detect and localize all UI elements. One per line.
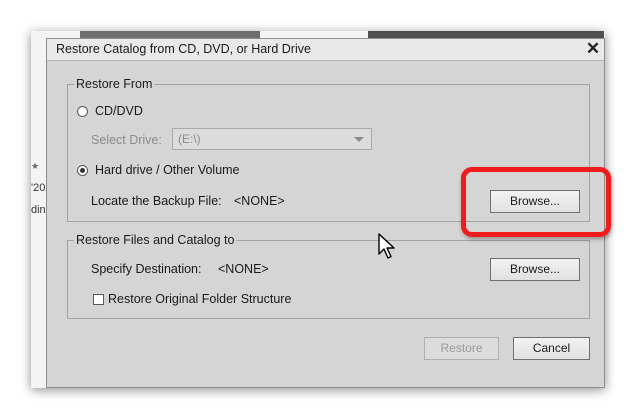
backup-file-value: <NONE>	[234, 194, 285, 208]
cd-dvd-radio[interactable]	[77, 106, 88, 117]
close-icon[interactable]: ✕	[585, 39, 601, 59]
restore-folder-structure-label[interactable]: Restore Original Folder Structure	[108, 292, 291, 306]
select-drive-label: Select Drive:	[91, 133, 162, 147]
cd-dvd-label[interactable]: CD/DVD	[95, 104, 143, 118]
destination-value: <NONE>	[218, 262, 269, 276]
dialog-titlebar: Restore Catalog from CD, DVD, or Hard Dr…	[47, 39, 604, 61]
restore-from-legend: Restore From	[74, 77, 155, 92]
mouse-cursor-icon	[378, 233, 395, 259]
background-thumbnail	[80, 31, 260, 38]
background-thumbnail	[368, 31, 604, 38]
browse-destination-button[interactable]: Browse...	[490, 258, 580, 281]
restore-to-legend: Restore Files and Catalog to	[74, 233, 237, 248]
restore-button[interactable]: Restore	[424, 337, 499, 360]
cancel-button[interactable]: Cancel	[513, 337, 590, 360]
dialog-title: Restore Catalog from CD, DVD, or Hard Dr…	[56, 42, 311, 56]
hard-drive-label[interactable]: Hard drive / Other Volume	[95, 163, 240, 177]
locate-backup-label: Locate the Backup File:	[91, 194, 222, 208]
restore-folder-structure-checkbox[interactable]	[93, 294, 104, 305]
chevron-down-icon	[354, 137, 364, 142]
select-drive-value: (E:\)	[178, 132, 201, 146]
hard-drive-radio[interactable]	[77, 165, 88, 176]
select-drive-dropdown[interactable]: (E:\)	[172, 128, 372, 150]
destination-label: Specify Destination:	[91, 262, 202, 276]
highlight-annotation	[461, 167, 611, 237]
